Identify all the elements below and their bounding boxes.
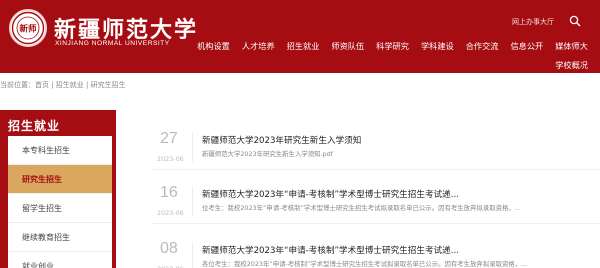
news-summary: 新疆师范大学2023年研究生新生入学须知.pdf — [202, 150, 333, 158]
nav-item-education[interactable]: 人才培养 — [242, 40, 275, 52]
sidebar-item-international[interactable]: 留学生招生 — [8, 194, 112, 223]
list-item[interactable]: 27 2023-06 新疆师范大学2023年研究生新生入学须知 新疆师范大学20… — [152, 120, 600, 170]
sidebar-item-continuing-education[interactable]: 继续教育招生 — [8, 223, 112, 252]
site-header: 新师 新疆师范大学 XINJIANG NORMAL UNIVERSITY 网上办… — [0, 0, 600, 73]
divider — [192, 132, 193, 162]
nav-item-admissions[interactable]: 招生就业 — [287, 40, 320, 52]
nav-item-disclosure[interactable]: 信息公开 — [510, 40, 543, 52]
news-title[interactable]: 新疆师范大学2023年“申请-考核制”学术型博士研究生招生考试递... — [202, 188, 459, 200]
breadcrumb: 当前位置：首页 | 招生就业 | 研究生招生 — [0, 81, 126, 89]
news-day: 27 — [160, 130, 178, 147]
news-summary: 各位考生：我校2023年“申请-考核制”学术型博士研究生招生考试拟录取名单已公示… — [202, 260, 528, 268]
nav-item-institutions[interactable]: 机构设置 — [197, 40, 230, 52]
online-service-link[interactable]: 网上办事大厅 — [512, 17, 554, 27]
main-nav: 机构设置 人才培养 招生就业 师资队伍 科学研究 学科建设 合作交流 信息公开 … — [185, 40, 588, 52]
sidebar-item-undergraduate[interactable]: 本专科生招生 — [8, 136, 112, 165]
news-title[interactable]: 新疆师范大学2023年“申请-考核制”学术型博士研究生招生考试递... — [202, 244, 459, 256]
nav-item-disciplines[interactable]: 学科建设 — [421, 40, 454, 52]
sidebar: 招生就业 本专科生招生 研究生招生 留学生招生 继续教育招生 就业创业 — [0, 110, 116, 268]
news-month: 2023-06 — [157, 155, 184, 163]
nav-item-cooperation[interactable]: 合作交流 — [466, 40, 499, 52]
nav-item-research[interactable]: 科学研究 — [376, 40, 409, 52]
list-item[interactable]: 08 2023-06 新疆师范大学2023年“申请-考核制”学术型博士研究生招生… — [152, 230, 600, 268]
sidebar-item-graduate[interactable]: 研究生招生 — [8, 165, 112, 194]
divider — [192, 242, 193, 268]
news-title[interactable]: 新疆师范大学2023年研究生新生入学须知 — [202, 134, 361, 146]
nav-item-faculty[interactable]: 师资队伍 — [331, 40, 364, 52]
university-name-english: XINJIANG NORMAL UNIVERSITY — [55, 40, 170, 47]
divider — [192, 186, 193, 216]
news-day: 08 — [160, 240, 178, 257]
seal-text: 新师 — [19, 24, 37, 35]
university-seal-logo[interactable]: 新师 — [9, 9, 47, 47]
nav-item-media[interactable]: 媒体师大 — [555, 40, 588, 52]
news-day: 16 — [160, 184, 178, 201]
news-summary: 位考生：我校2023年“申请-考核制”学术型博士研究生招生考试拟录取名单已公示。… — [202, 204, 521, 212]
news-month: 2023-06 — [157, 209, 184, 217]
sidebar-title: 招生就业 — [8, 119, 61, 133]
sidebar-item-employment[interactable]: 就业创业 — [8, 252, 112, 268]
nav-item-overview[interactable]: 学校概况 — [555, 59, 588, 71]
list-item[interactable]: 16 2023-06 新疆师范大学2023年“申请-考核制”学术型博士研究生招生… — [152, 174, 600, 224]
search-icon[interactable] — [569, 15, 581, 27]
sidebar-menu: 本专科生招生 研究生招生 留学生招生 继续教育招生 就业创业 — [8, 136, 112, 268]
